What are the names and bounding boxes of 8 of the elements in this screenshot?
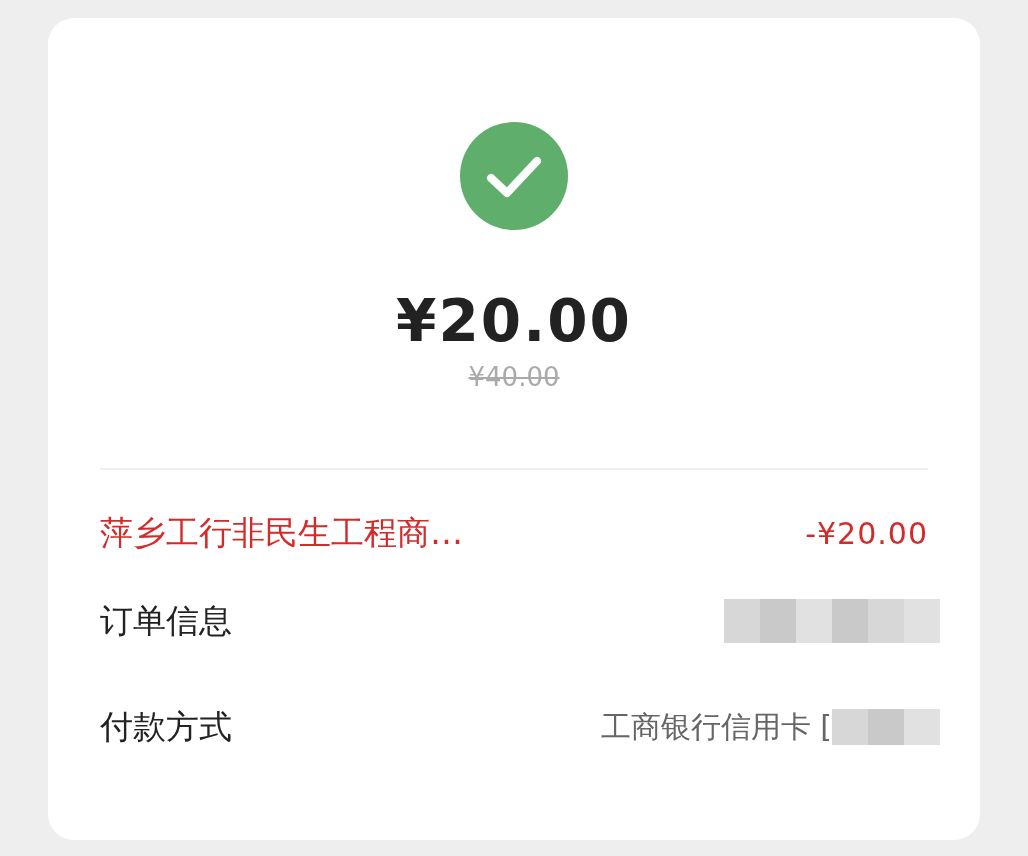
row-label: 萍乡工行非民生工程商…	[100, 511, 463, 554]
row-label: 订单信息	[100, 599, 232, 642]
row-label: 付款方式	[100, 705, 232, 748]
row-value: 工商银行信用卡 [	[600, 707, 832, 746]
original-amount: ¥40.00	[468, 364, 560, 390]
check-icon	[460, 122, 568, 230]
row-value: -¥20.00	[805, 515, 928, 551]
amount: ¥20.00	[396, 292, 632, 350]
